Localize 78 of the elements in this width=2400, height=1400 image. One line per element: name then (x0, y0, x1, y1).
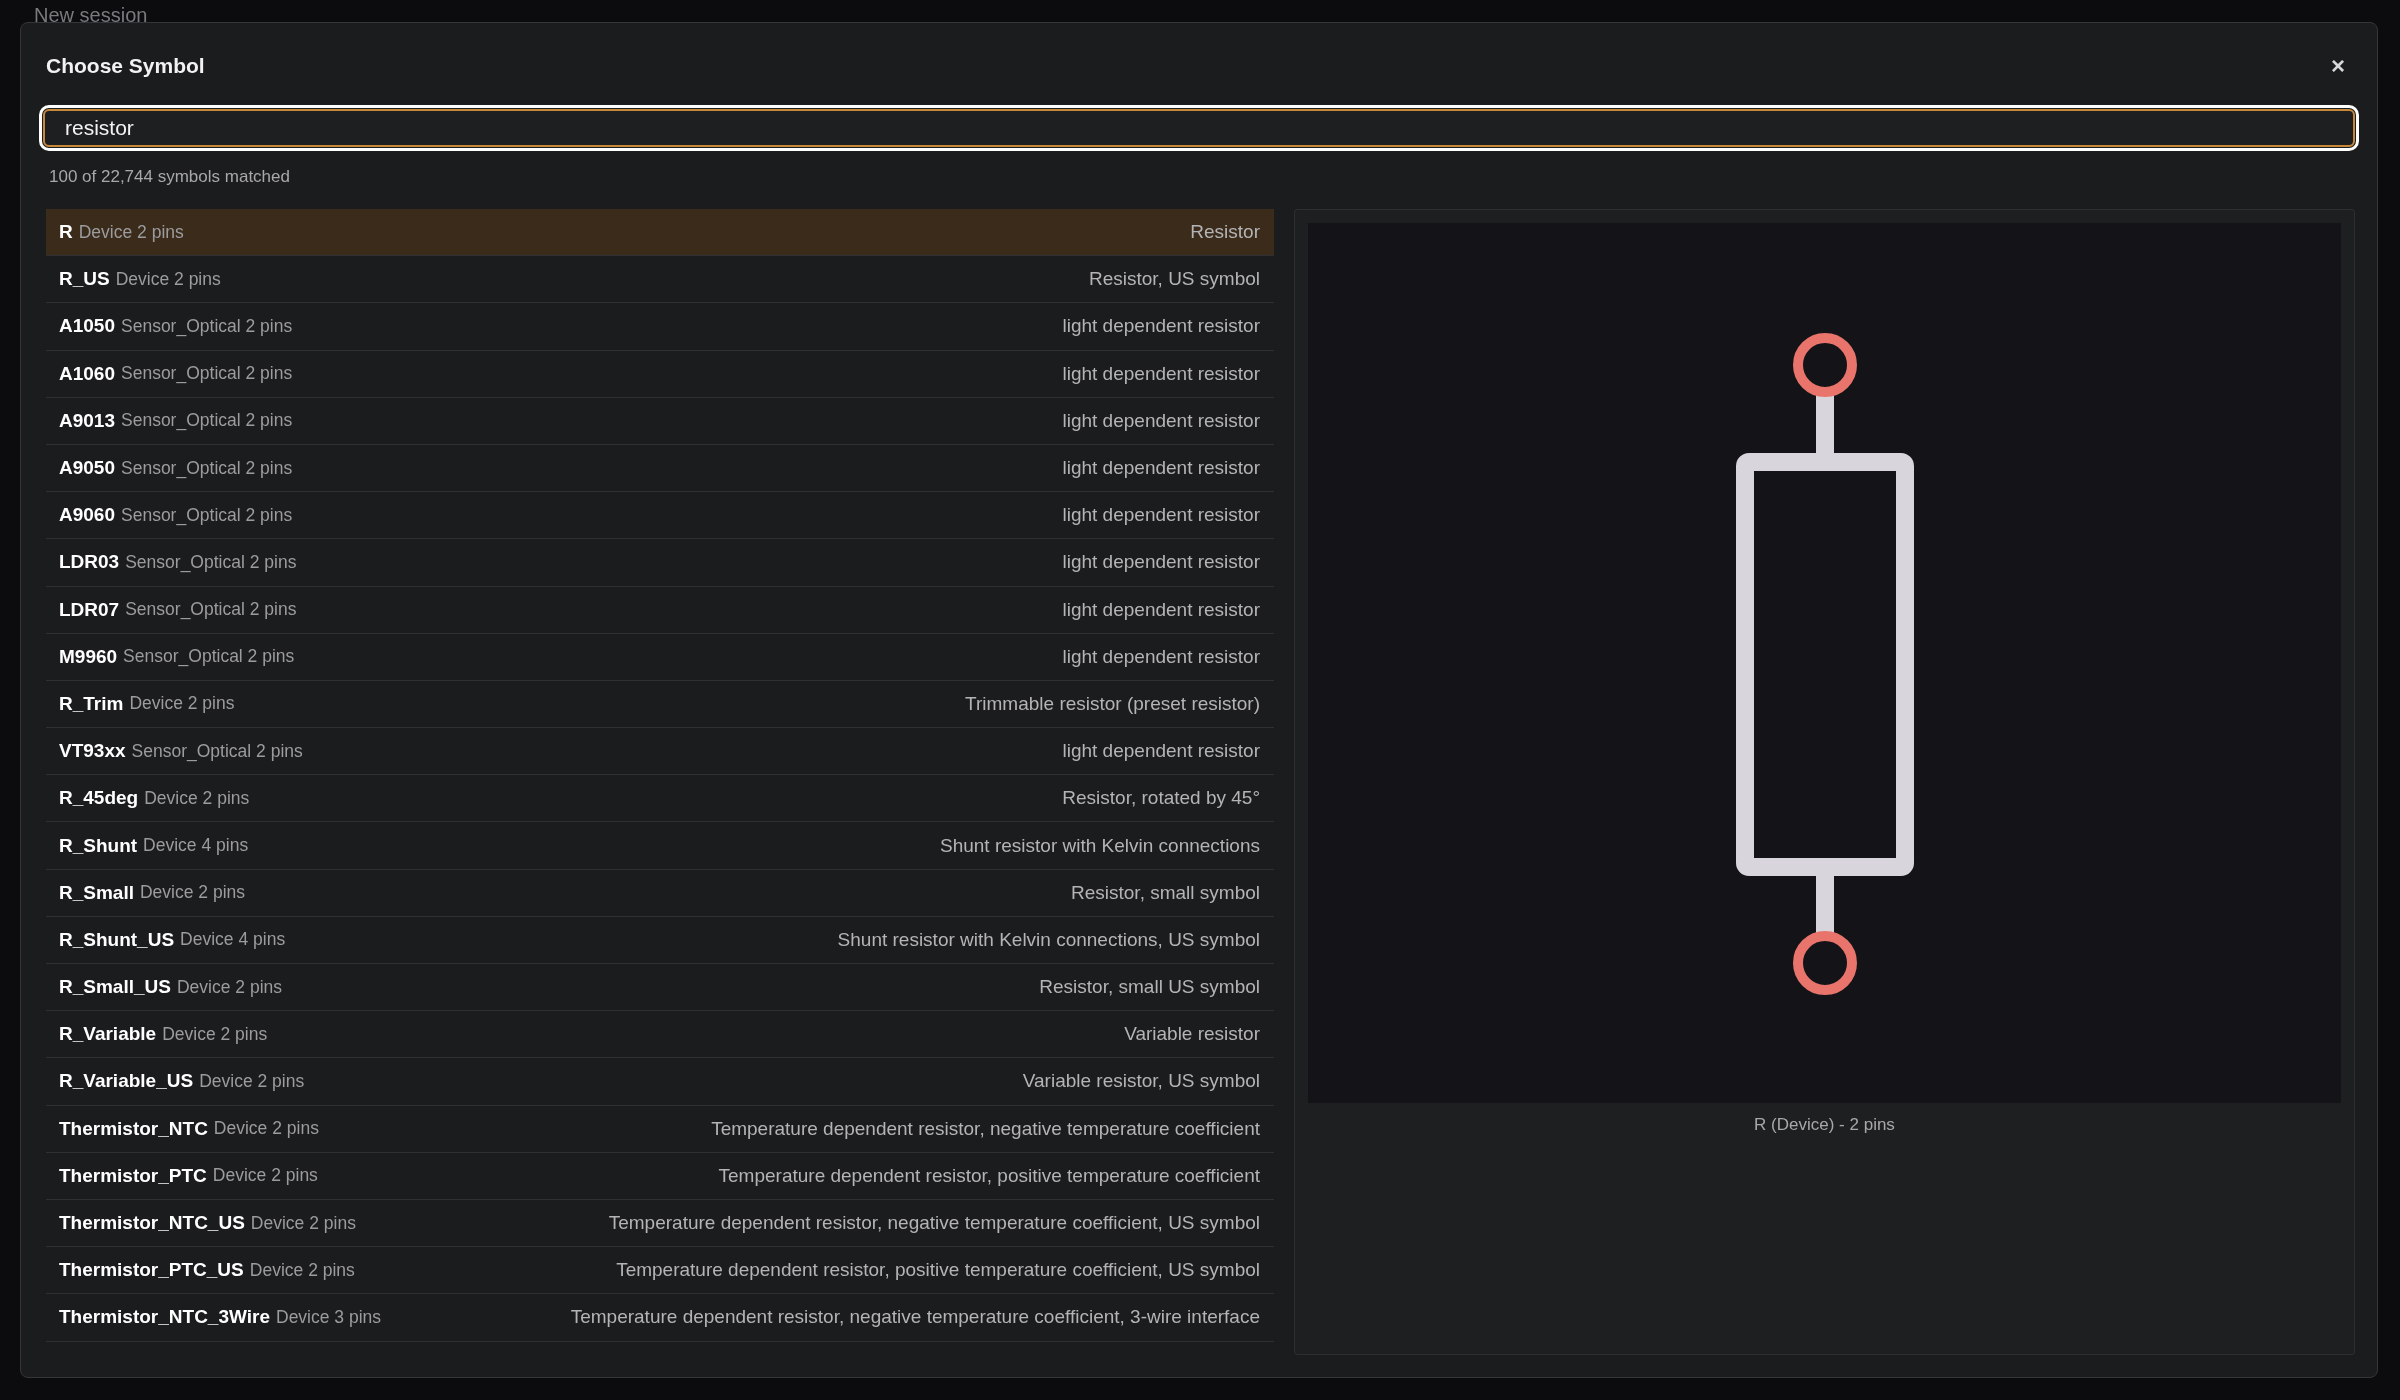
symbol-name: R_Small (59, 881, 134, 904)
symbol-library: Device 2 pins (249, 1259, 355, 1281)
symbol-library: Device 2 pins (213, 1118, 319, 1140)
symbol-name: A1060 (59, 362, 115, 385)
symbol-library: Sensor_Optical 2 pins (121, 504, 293, 526)
symbol-name: R (59, 221, 73, 244)
symbol-library: Device 2 pins (78, 221, 184, 243)
symbol-library: Sensor_Optical 2 pins (123, 646, 295, 668)
symbol-description: Temperature dependent resistor, positive temperature coefficient, US symbol (616, 1259, 1260, 1282)
symbol-library: Sensor_Optical 2 pins (125, 599, 297, 621)
symbol-description: light dependent resistor (1062, 315, 1260, 338)
symbol-description: Resistor, small symbol (1071, 881, 1260, 904)
symbol-name: Thermistor_PTC_US (59, 1259, 244, 1282)
symbol-name: R_Shunt_US (59, 928, 175, 951)
symbol-name: R_Small_US (59, 976, 171, 999)
symbol-description: Resistor (1190, 221, 1260, 244)
symbol-name: A1050 (59, 315, 115, 338)
symbol-library: Sensor_Optical 2 pins (121, 363, 293, 385)
symbol-name: A9060 (59, 504, 115, 527)
symbol-library: Sensor_Optical 2 pins (131, 740, 303, 762)
match-count: 100 of 22,744 symbols matched (49, 167, 291, 187)
symbol-description: light dependent resistor (1062, 645, 1260, 668)
symbol-description: Resistor, US symbol (1088, 268, 1260, 291)
symbol-description: Variable resistor, US symbol (1022, 1070, 1260, 1093)
symbol-library: Device 2 pins (140, 882, 246, 904)
symbol-name: R_US (59, 268, 110, 291)
symbol-name: R_Variable (59, 1023, 157, 1046)
symbol-library: Device 2 pins (250, 1212, 356, 1234)
symbol-description: Shunt resistor with Kelvin connections, US symbol (837, 928, 1260, 951)
symbol-description: Shunt resistor with Kelvin connections (940, 834, 1260, 857)
symbol-library: Device 2 pins (162, 1023, 268, 1045)
symbol-description: Temperature dependent resistor, positive temperature coefficient (718, 1164, 1260, 1187)
symbol-library: Device 2 pins (129, 693, 235, 715)
symbol-library: Device 4 pins (143, 835, 249, 857)
preview-caption: R (Device) - 2 pins (1754, 1115, 1895, 1135)
symbol-name: Thermistor_NTC_3Wire (59, 1306, 270, 1329)
symbol-description: light dependent resistor (1062, 740, 1260, 763)
symbol-name: LDR03 (59, 551, 120, 574)
symbol-library: Sensor_Optical 2 pins (121, 457, 293, 479)
symbol-name: Thermistor_NTC (59, 1117, 208, 1140)
symbol-name: Thermistor_PTC (59, 1164, 207, 1187)
symbol-name: R_Shunt (59, 834, 138, 857)
symbol-library: Device 2 pins (115, 268, 221, 290)
symbol-name: M9960 (59, 645, 118, 668)
symbol-name: R_Trim (59, 692, 124, 715)
symbol-library: Sensor_Optical 2 pins (121, 315, 293, 337)
symbol-library: Device 2 pins (199, 1070, 305, 1092)
symbol-description: light dependent resistor (1062, 598, 1260, 621)
symbol-description: Resistor, rotated by 45° (1062, 787, 1260, 810)
symbol-description: Temperature dependent resistor, negative temperature coefficient, 3-wire interface (570, 1306, 1260, 1329)
symbol-library: Sensor_Optical 2 pins (121, 410, 293, 432)
symbol-library: Device 3 pins (276, 1306, 382, 1328)
dialog-title: Choose Symbol (46, 54, 205, 78)
symbol-name: R_45deg (59, 787, 139, 810)
symbol-description: Trimmable resistor (preset resistor) (965, 692, 1260, 715)
result-row[interactable]: R Device 2 pins Resistor (46, 209, 1274, 257)
symbol-name: VT93xx (59, 740, 126, 763)
symbol-description: light dependent resistor (1062, 504, 1260, 527)
symbol-description: light dependent resistor (1062, 551, 1260, 574)
symbol-description: light dependent resistor (1062, 457, 1260, 480)
symbol-library: Device 2 pins (144, 787, 250, 809)
symbol-name: A9013 (59, 409, 115, 432)
symbol-name: Thermistor_NTC_US (59, 1212, 245, 1235)
symbol-description: Resistor, small US symbol (1039, 976, 1260, 999)
page-title: New session (34, 4, 148, 27)
symbol-library: Device 2 pins (212, 1165, 318, 1187)
symbol-description: Temperature dependent resistor, negative temperature coefficient (711, 1117, 1260, 1140)
symbol-description: light dependent resistor (1062, 409, 1260, 432)
symbol-library: Device 4 pins (180, 929, 286, 951)
symbol-description: light dependent resistor (1062, 362, 1260, 385)
symbol-library: Sensor_Optical 2 pins (125, 551, 297, 573)
symbol-name: R_Variable_US (59, 1070, 194, 1093)
symbol-description: Temperature dependent resistor, negative temperature coefficient, US symbol (608, 1212, 1260, 1235)
symbol-name: LDR07 (59, 598, 120, 621)
symbol-library: Device 2 pins (176, 976, 282, 998)
close-button[interactable]: × (2323, 50, 2353, 82)
symbol-description: Variable resistor (1124, 1023, 1260, 1046)
symbol-name: A9050 (59, 457, 115, 480)
